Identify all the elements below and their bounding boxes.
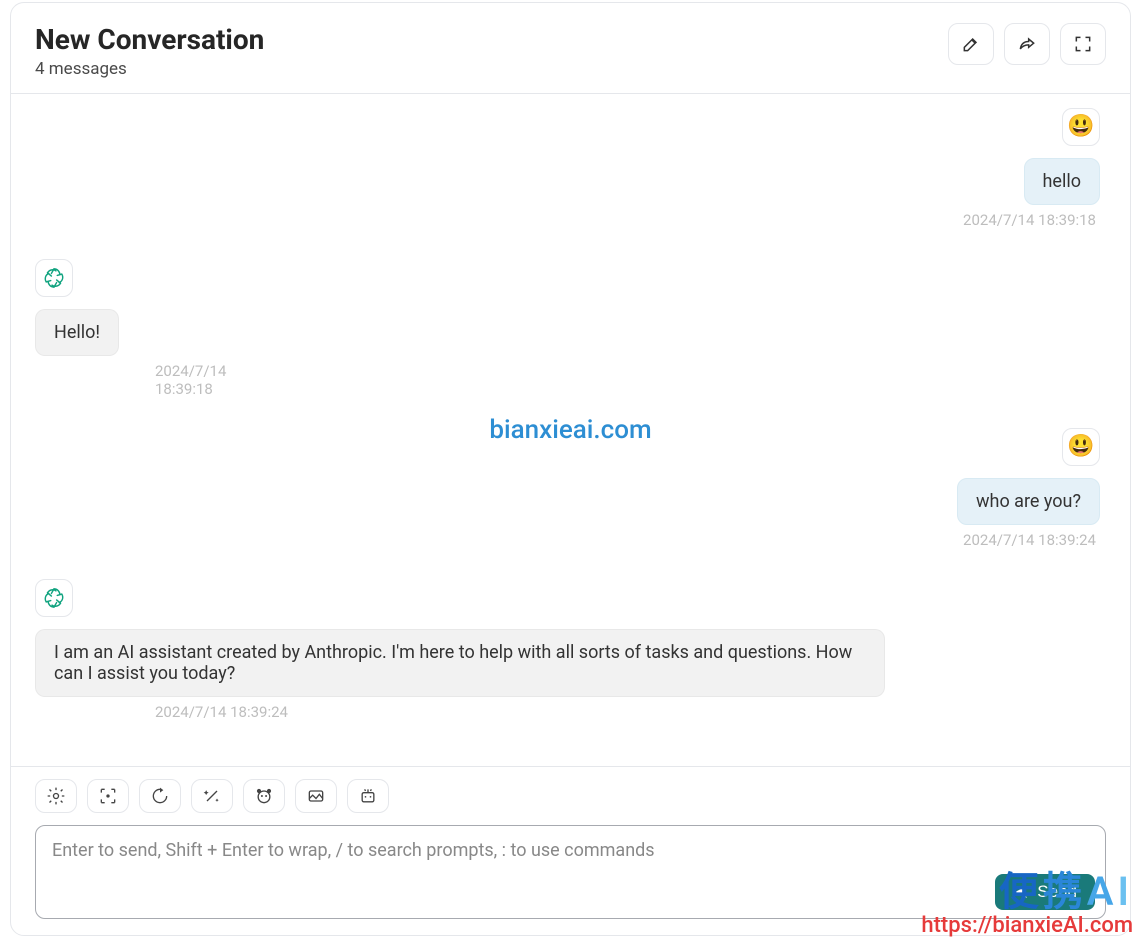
expand-icon xyxy=(1073,34,1093,54)
message-user: 😃 who are you? 2024/7/14 18:39:24 xyxy=(35,428,1100,549)
user-avatar: 😃 xyxy=(1062,108,1100,146)
message-count: 4 messages xyxy=(35,59,264,79)
message-bubble: hello xyxy=(1024,158,1100,205)
settings-button[interactable] xyxy=(35,779,77,813)
header-left: New Conversation 4 messages xyxy=(35,23,264,79)
message-timestamp: 2024/7/14 18:39:24 xyxy=(963,531,1100,549)
assistant-avatar xyxy=(35,579,73,617)
mask-button[interactable] xyxy=(243,779,285,813)
panda-icon xyxy=(254,786,274,806)
messages-area[interactable]: 😃 hello 2024/7/14 18:39:18 Hello! 2024/7… xyxy=(11,94,1130,766)
robot-icon xyxy=(358,786,378,806)
magic-wand-icon xyxy=(202,786,222,806)
message-timestamp: 2024/7/14 18:39:18 xyxy=(963,211,1100,229)
openai-logo-icon xyxy=(41,585,67,611)
edit-button[interactable] xyxy=(948,23,994,65)
send-button[interactable]: Send xyxy=(995,874,1095,910)
message-bubble: who are you? xyxy=(957,478,1100,525)
openai-logo-icon xyxy=(41,265,67,291)
magic-button[interactable] xyxy=(191,779,233,813)
user-avatar: 😃 xyxy=(1062,428,1100,466)
robot-button[interactable] xyxy=(347,779,389,813)
assistant-avatar xyxy=(35,259,73,297)
message-bubble: I am an AI assistant created by Anthropi… xyxy=(35,629,885,697)
message-timestamp: 2024/7/14 18:39:24 xyxy=(155,703,298,721)
message-input[interactable] xyxy=(52,840,1089,861)
message-input-container: Send xyxy=(35,825,1106,919)
smile-emoji-icon: 😃 xyxy=(1067,114,1094,139)
image-button[interactable] xyxy=(87,779,129,813)
composer: Send xyxy=(11,766,1130,935)
message-timestamp: 2024/7/14 18:39:18 xyxy=(155,362,295,398)
page-title: New Conversation xyxy=(35,23,264,57)
refresh-button[interactable] xyxy=(139,779,181,813)
picture-icon xyxy=(306,786,326,806)
send-button-label: Send xyxy=(1037,882,1077,902)
send-icon xyxy=(1013,884,1029,900)
picture-button[interactable] xyxy=(295,779,337,813)
message-bubble: Hello! xyxy=(35,309,119,356)
header: New Conversation 4 messages xyxy=(11,3,1130,94)
message-user: 😃 hello 2024/7/14 18:39:18 xyxy=(35,108,1100,229)
message-assistant: I am an AI assistant created by Anthropi… xyxy=(35,579,1100,721)
share-button[interactable] xyxy=(1004,23,1050,65)
expand-button[interactable] xyxy=(1060,23,1106,65)
image-frame-icon xyxy=(98,786,118,806)
gear-icon xyxy=(46,786,66,806)
composer-toolbar xyxy=(35,779,1106,813)
message-assistant: Hello! 2024/7/14 18:39:18 xyxy=(35,259,1100,398)
chat-window: New Conversation 4 messages 😃 hello 2024… xyxy=(10,2,1131,936)
refresh-icon xyxy=(150,786,170,806)
smile-emoji-icon: 😃 xyxy=(1067,434,1094,459)
header-actions xyxy=(948,23,1106,65)
share-arrow-icon xyxy=(1017,34,1037,54)
pencil-icon xyxy=(961,34,981,54)
